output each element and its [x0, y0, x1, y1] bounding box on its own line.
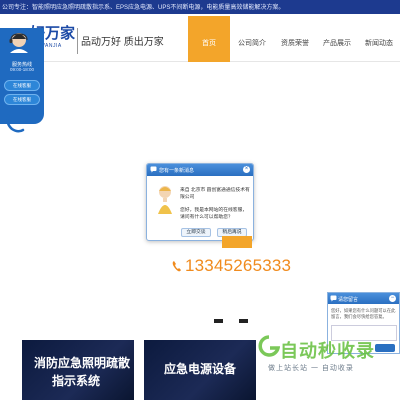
right-message-panel: 请您留言 − 您好，如果您有什么问题可以在此留言，我们会尽快给您答复。	[327, 292, 400, 354]
nav-item-products[interactable]: 产品展示	[316, 16, 358, 62]
left-service-float: 服务热线 09:00-18:00 在线客服 在线客服	[0, 28, 44, 124]
chat-bubble-icon	[150, 166, 157, 173]
popup-message-origin: 来自 北京市 圆创富通通信技术有限公司	[180, 188, 250, 200]
online-service-button-2[interactable]: 在线客服	[4, 94, 40, 105]
nav-item-news[interactable]: 新闻动态	[358, 16, 400, 62]
popup-header: 您有一条新消息 ×	[147, 164, 253, 176]
popup-close-icon[interactable]: ×	[243, 166, 250, 173]
slide-indicator-2[interactable]	[239, 319, 248, 323]
header-divider	[77, 28, 78, 54]
right-panel-title: 请您留言	[338, 297, 359, 303]
right-panel-close-icon[interactable]: −	[389, 295, 396, 302]
banner-power-text: 应急电源设备	[164, 362, 237, 376]
phone-icon	[172, 261, 181, 272]
chat-invite-popup: 您有一条新消息 × 来自 北京市 圆创富通通信技术有限公司 您好，我是本网站的在…	[146, 163, 254, 241]
chat-now-button[interactable]: 立即交谈	[181, 228, 211, 237]
slide-indicator-1[interactable]	[214, 319, 223, 323]
popup-message-greeting: 您好，我是本网站的在线客服，请问有什么可以帮助您？	[180, 208, 248, 220]
product-banner-lighting[interactable]: 消防应急照明疏散 指示系统	[22, 340, 134, 400]
nav-item-about[interactable]: 公司简介	[231, 16, 273, 62]
banner-lighting-line2: 指示系统	[52, 374, 101, 388]
customer-service-agent-icon	[158, 186, 172, 214]
message-input[interactable]	[331, 325, 397, 341]
main-nav: 首页 公司简介 资质荣誉 产品展示 新闻动态	[188, 16, 400, 62]
top-info-bar: 公司专注：智能照明应急照明疏散指示系、EPS应急电源、UPS不间断电源，电能质量…	[0, 0, 400, 14]
site-header: 好万家 WANJIA 品动万好 质出万家 首页 公司简介 资质荣誉 产品展示 新…	[0, 14, 400, 62]
header-slogan: 品动万好 质出万家	[81, 37, 164, 48]
send-button[interactable]	[375, 344, 395, 352]
phone-number[interactable]: 13345265333	[185, 256, 291, 276]
product-banner-power[interactable]: 应急电源设备	[144, 340, 256, 400]
service-hours: 09:00-18:00	[9, 67, 35, 72]
top-info-text: 公司专注：智能照明应急照明疏散指示系、EPS应急电源、UPS不间断电源，电能质量…	[2, 5, 285, 11]
right-panel-header: 请您留言 −	[328, 293, 399, 304]
popup-title: 您有一条新消息	[159, 168, 195, 174]
phone-hook-icon[interactable]	[4, 112, 26, 134]
nav-item-honors[interactable]: 资质荣誉	[274, 16, 316, 62]
online-service-button-1[interactable]: 在线客服	[4, 80, 40, 91]
agent-avatar-icon	[9, 33, 28, 53]
banner-lighting-line1: 消防应急照明疏散	[34, 356, 131, 370]
right-panel-message: 您好，如果您有什么问题可以在此留言，我们会尽快给您答复。	[331, 308, 396, 319]
orange-tab-block	[222, 236, 252, 248]
nav-item-home[interactable]: 首页	[188, 16, 230, 62]
message-icon	[330, 295, 337, 302]
